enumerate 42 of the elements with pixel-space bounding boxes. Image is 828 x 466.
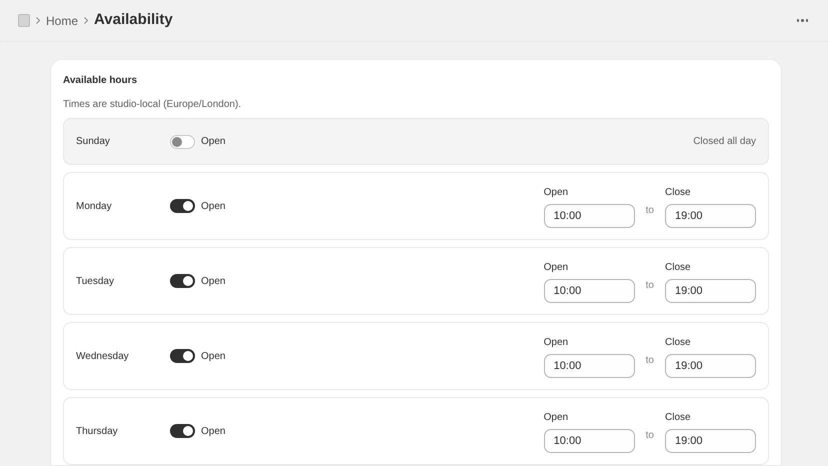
timezone-note: Times are studio-local (Europe/London). — [63, 98, 242, 112]
toggle-switch[interactable] — [170, 274, 195, 288]
day-name: Sunday — [76, 135, 111, 149]
chevron-icon — [36, 17, 40, 24]
time-field[interactable]: 19:00 — [665, 204, 756, 228]
time-field[interactable]: 10:00 — [544, 354, 635, 378]
field-label: Close — [665, 336, 692, 350]
toggle-switch[interactable] — [170, 199, 195, 213]
more-icon[interactable] — [796, 19, 808, 22]
page-title: Availability — [94, 10, 173, 30]
toggle-switch[interactable] — [170, 349, 195, 363]
toggle-label: Open — [201, 424, 226, 438]
day-name: Wednesday — [76, 350, 130, 364]
field-label: Open — [544, 186, 570, 200]
closed-text: Closed all day — [693, 135, 756, 149]
toggle-switch[interactable] — [170, 424, 195, 438]
day-name: Thursday — [76, 424, 119, 438]
time-field[interactable]: 10:00 — [544, 428, 635, 452]
to-label: to — [646, 278, 654, 292]
to-label: to — [646, 204, 654, 218]
time-field[interactable]: 19:00 — [665, 354, 756, 378]
field-label: Open — [544, 336, 570, 350]
time-field[interactable]: 19:00 — [665, 278, 756, 302]
day-name: Tuesday — [76, 274, 115, 288]
toggle-label: Open — [201, 135, 226, 149]
toggle-label: Open — [201, 200, 226, 214]
chevron-icon — [84, 17, 88, 24]
field-label: Close — [665, 260, 692, 274]
time-field[interactable]: 10:00 — [544, 278, 635, 302]
field-label: Open — [544, 260, 570, 274]
breadcrumb-link[interactable]: Home — [46, 12, 78, 30]
time-field[interactable]: 10:00 — [544, 204, 635, 228]
to-label: to — [646, 354, 654, 368]
day-name: Monday — [76, 200, 113, 214]
field-label: Close — [665, 186, 692, 200]
field-label: Open — [544, 410, 570, 424]
time-field[interactable]: 19:00 — [665, 428, 756, 452]
to-label: to — [646, 428, 654, 442]
toggle-label: Open — [201, 274, 226, 288]
field-label: Close — [665, 410, 692, 424]
card-title: Available hours — [63, 74, 138, 88]
toggle-label: Open — [201, 350, 226, 364]
